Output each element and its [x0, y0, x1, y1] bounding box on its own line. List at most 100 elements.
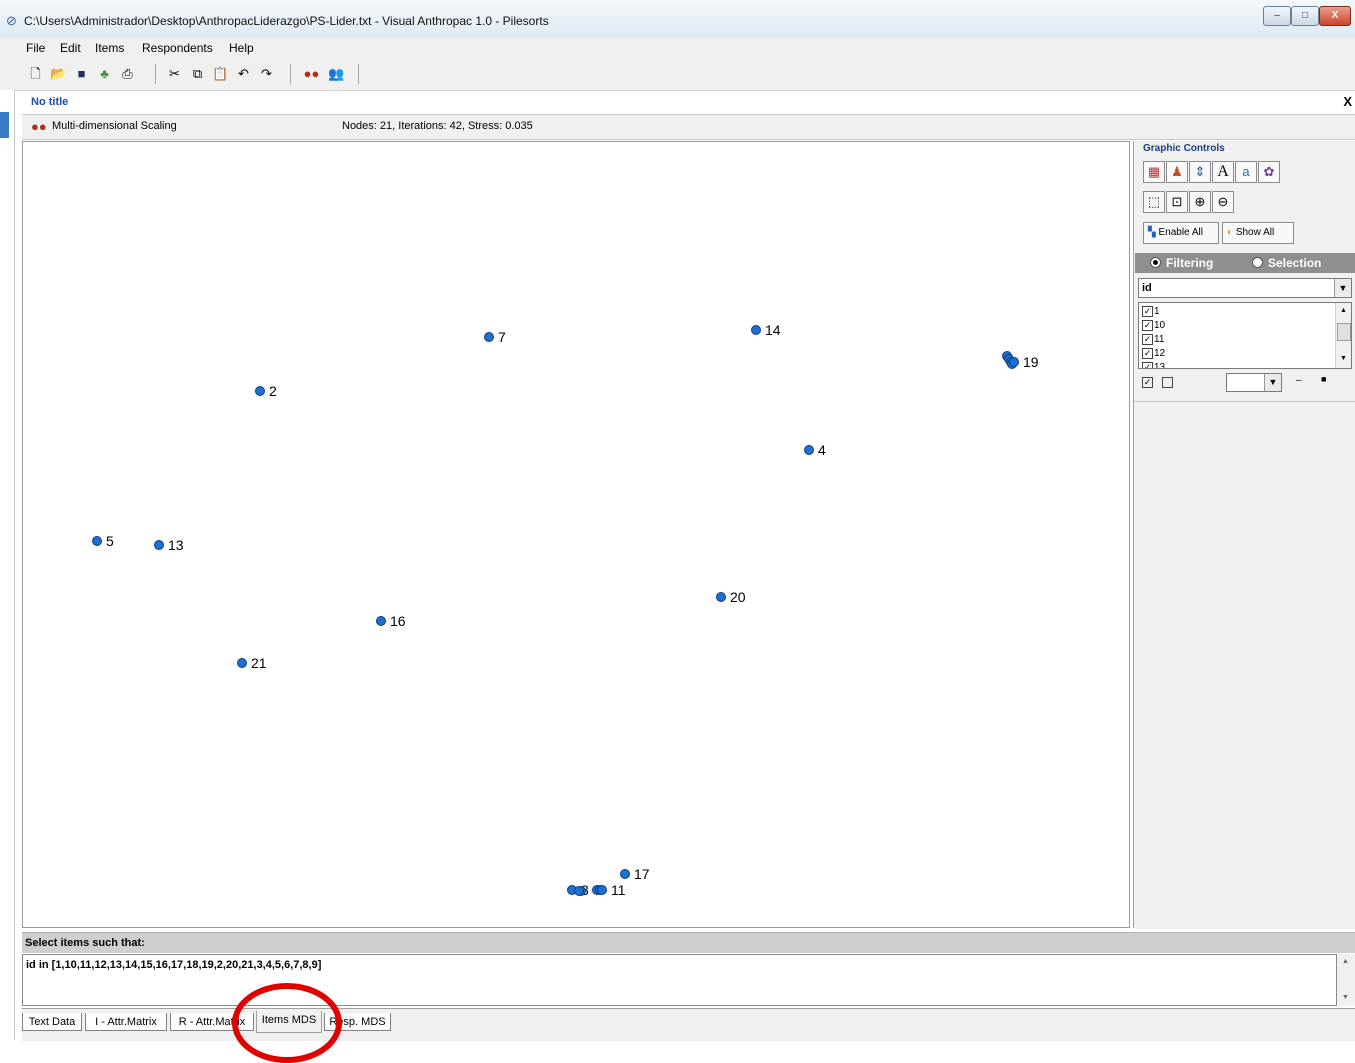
point-18[interactable]: [574, 886, 584, 896]
point-2[interactable]: [255, 386, 265, 396]
point-20[interactable]: [716, 592, 726, 602]
point-16[interactable]: [376, 616, 386, 626]
panel-close-button[interactable]: X: [1343, 94, 1352, 109]
point-14[interactable]: [751, 325, 761, 335]
checkbox-icon[interactable]: ✓: [1142, 348, 1153, 359]
selection-expression-box[interactable]: id in [1,10,11,12,13,14,15,16,17,18,19,2…: [22, 954, 1337, 1006]
point-17[interactable]: [620, 869, 630, 879]
show-all-button[interactable]: ◐ Show All: [1222, 222, 1294, 244]
mds-info-bar: ●● Multi-dimensional Scaling Nodes: 21, …: [22, 114, 1355, 140]
point-19[interactable]: [1009, 357, 1019, 367]
save-icon[interactable]: ■: [73, 66, 90, 82]
scroll-thumb[interactable]: [1337, 323, 1351, 341]
filter-checklist[interactable]: ✓ 1 ✓ 10 ✓ 11 ✓ 12 ✓ 13 ▲ ▼: [1138, 302, 1352, 369]
menu-file[interactable]: File: [26, 41, 45, 55]
chevron-down-icon[interactable]: ▼: [1264, 374, 1281, 391]
tab-strip: Text Data I - Attr.Matrix R - Attr.Matri…: [22, 1008, 1355, 1041]
filtering-label: Filtering: [1166, 256, 1214, 270]
list-item-label: 10: [1154, 320, 1166, 331]
shape-icon[interactable]: ✿: [1258, 161, 1280, 183]
zoom-in-icon[interactable]: ⊕: [1189, 191, 1211, 213]
toolbar: 🗋 📂 ■ ♣ ⎙ ✂ ⧉ 📋 ↶ ↷ ●● 👥: [0, 58, 1355, 91]
cut-icon[interactable]: ✂: [166, 66, 183, 82]
square-icon[interactable]: ■: [1321, 374, 1326, 384]
label-font-icon[interactable]: A: [1212, 161, 1234, 183]
scroll-down-icon[interactable]: ▼: [1342, 994, 1349, 1001]
menu-items[interactable]: Items: [95, 41, 124, 55]
graphic-controls-panel: Graphic Controls ▦ ♟ ⇕ A a ✿ ⬚ ⊡ ⊕ ⊖ ▚ E…: [1133, 141, 1355, 929]
selection-header-label: Select items such that:: [25, 937, 145, 949]
mds-icon[interactable]: ●●: [303, 66, 320, 82]
checkbox-icon[interactable]: ✓: [1142, 306, 1153, 317]
mds-plot-area[interactable]: 234571113141617192021: [22, 141, 1130, 928]
checkbox-icon[interactable]: ✓: [1142, 334, 1153, 345]
tab-i-attr-matrix[interactable]: I - Attr.Matrix: [85, 1013, 167, 1031]
open-folder-icon[interactable]: 📂: [50, 66, 67, 82]
point-label-21: 21: [251, 655, 267, 671]
point-7[interactable]: [484, 332, 494, 342]
menu-edit[interactable]: Edit: [60, 41, 81, 55]
point-label-14: 14: [765, 322, 781, 338]
color-grid-icon[interactable]: ▦: [1143, 161, 1165, 183]
minimize-button[interactable]: –: [1263, 6, 1291, 26]
list-item[interactable]: ✓ 1: [1142, 305, 1160, 319]
select-region-icon[interactable]: ⬚: [1143, 191, 1165, 213]
selection-expression[interactable]: id in [1,10,11,12,13,14,15,16,17,18,19,2…: [26, 959, 321, 971]
point-label-5: 5: [106, 533, 114, 549]
list-item[interactable]: ✓ 10: [1142, 319, 1165, 333]
undo-icon[interactable]: ↶: [235, 66, 252, 82]
chevron-down-icon[interactable]: ▼: [1334, 279, 1351, 297]
scroll-down-icon[interactable]: ▼: [1340, 355, 1347, 362]
label-color-icon[interactable]: a: [1235, 161, 1257, 183]
list-item[interactable]: ✓ 11: [1142, 333, 1164, 347]
check-all-icon[interactable]: ✓: [1142, 377, 1153, 388]
toolbar-separator: [358, 64, 359, 84]
attribute-select[interactable]: id ▼: [1138, 278, 1352, 298]
enable-all-button[interactable]: ▚ Enable All: [1143, 222, 1219, 244]
new-file-icon[interactable]: 🗋: [27, 66, 44, 82]
point-11[interactable]: [597, 885, 607, 895]
paste-icon[interactable]: 📋: [212, 66, 229, 82]
list-item[interactable]: ✓ 13: [1142, 361, 1165, 368]
respondents-icon[interactable]: 👥: [328, 66, 345, 82]
size-dropdown[interactable]: ▼: [1226, 373, 1282, 392]
copy-icon[interactable]: ⧉: [189, 66, 206, 82]
zoom-out-icon[interactable]: ⊖: [1212, 191, 1234, 213]
point-21[interactable]: [237, 658, 247, 668]
enable-all-icon: ▚: [1148, 227, 1156, 238]
mds-icon: ●●: [31, 119, 47, 134]
point-4[interactable]: [804, 445, 814, 455]
point-label-16: 16: [390, 613, 406, 629]
selection-radio[interactable]: Selection: [1252, 256, 1321, 270]
checkbox-icon[interactable]: ✓: [1142, 362, 1153, 368]
point-label-19: 19: [1023, 354, 1039, 370]
selection-scrollbar[interactable]: ▲ ▼: [1337, 954, 1355, 1006]
node-color-icon[interactable]: ♟: [1166, 161, 1188, 183]
scroll-up-icon[interactable]: ▲: [1340, 307, 1347, 314]
tab-text-data[interactable]: Text Data: [22, 1013, 82, 1031]
node-size-icon[interactable]: ⇕: [1189, 161, 1211, 183]
point-13[interactable]: [154, 540, 164, 550]
point-label-2: 2: [269, 383, 277, 399]
point-label-20: 20: [730, 589, 746, 605]
fit-icon[interactable]: ⊡: [1166, 191, 1188, 213]
close-button[interactable]: X: [1319, 6, 1351, 26]
redo-icon[interactable]: ↷: [258, 66, 275, 82]
scroll-up-icon[interactable]: ▲: [1342, 958, 1349, 965]
maximize-button[interactable]: □: [1291, 6, 1319, 26]
point-5[interactable]: [92, 536, 102, 546]
panel-title-bar: No title X: [22, 94, 1355, 112]
filtering-radio[interactable]: Filtering: [1150, 256, 1213, 270]
export-icon[interactable]: ♣: [96, 66, 113, 82]
print-icon[interactable]: ⎙: [119, 66, 136, 82]
list-item[interactable]: ✓ 12: [1142, 347, 1165, 361]
mds-scatter-plot[interactable]: 234571113141617192021: [23, 142, 1129, 927]
minus-icon[interactable]: –: [1296, 375, 1302, 386]
checkbox-icon[interactable]: ✓: [1142, 320, 1153, 331]
list-scrollbar[interactable]: ▲ ▼: [1335, 303, 1351, 368]
menu-respondents[interactable]: Respondents: [142, 41, 213, 55]
show-all-icon: ◐: [1227, 227, 1234, 238]
uncheck-all-icon[interactable]: [1162, 377, 1173, 388]
point-label-13: 13: [168, 537, 184, 553]
menu-help[interactable]: Help: [229, 41, 254, 55]
